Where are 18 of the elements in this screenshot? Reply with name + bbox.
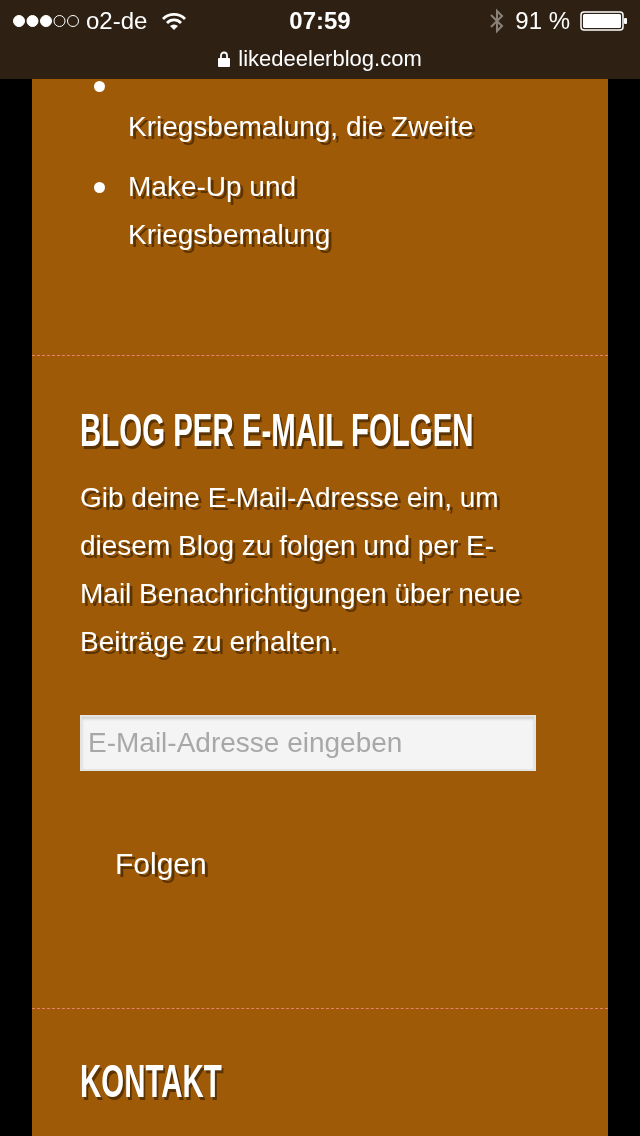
wifi-icon: [161, 11, 188, 31]
signal-icon: [12, 14, 80, 28]
widget-title: BLOG PER E-MAIL FOLGEN: [80, 403, 474, 458]
email-field[interactable]: E-Mail-Adresse eingeben: [80, 715, 536, 771]
battery-icon: [580, 11, 628, 31]
widget-description: Gib deine E-Mail-Adresse ein, um diesem Blog zu folgen und per E-Mail Benachrichtigungen über neue Beiträge zu erhalten.: [80, 481, 522, 659]
post-link[interactable]: Make-Up und Kriegsbemalung: [128, 163, 496, 259]
carrier-name: o2-de: [86, 6, 148, 36]
bullet-icon: [94, 81, 105, 92]
widget-title: KONTAKT: [80, 1054, 222, 1109]
battery-percentage: 91 %: [515, 6, 570, 36]
bluetooth-icon: [489, 8, 506, 34]
lock-icon: [218, 50, 231, 67]
post-link[interactable]: Kriegsbemalung, die Zweite: [128, 103, 496, 151]
url-text[interactable]: likedeelerblog.com: [238, 42, 422, 75]
bullet-icon: [94, 182, 105, 193]
follow-button[interactable]: Folgen: [115, 844, 207, 884]
clock-time: 07:59: [289, 6, 351, 36]
